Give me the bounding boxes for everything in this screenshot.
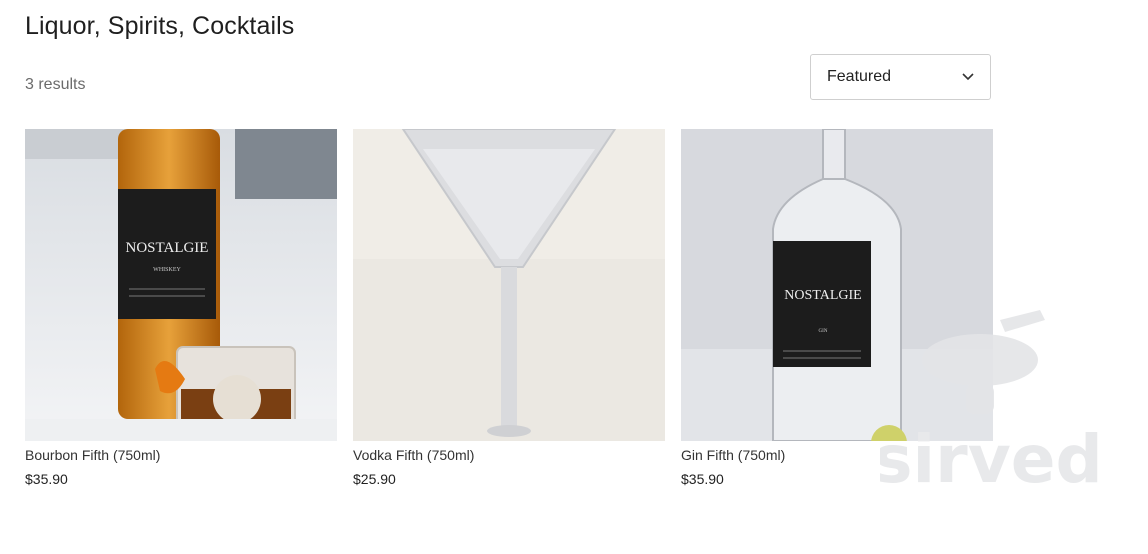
product-grid: NOSTALGIE WHISKEY Bourbon Fifth (750ml) … bbox=[25, 129, 993, 487]
product-price: $25.90 bbox=[353, 471, 396, 487]
bourbon-label-type: WHISKEY bbox=[153, 267, 181, 273]
sirved-watermark: sirved bbox=[873, 300, 1103, 500]
gin-label-type: GIN bbox=[819, 329, 828, 334]
product-name[interactable]: Bourbon Fifth (750ml) bbox=[25, 447, 337, 463]
martini-glass-image[interactable] bbox=[353, 129, 665, 441]
page-title: Liquor, Spirits, Cocktails bbox=[25, 12, 295, 40]
bourbon-bottle-image[interactable]: NOSTALGIE WHISKEY bbox=[25, 129, 337, 441]
chevron-down-icon bbox=[962, 71, 974, 83]
product-price: $35.90 bbox=[25, 471, 68, 487]
product-name[interactable]: Vodka Fifth (750ml) bbox=[353, 447, 665, 463]
sort-dropdown[interactable]: Featured bbox=[810, 54, 991, 100]
bourbon-label-brand: NOSTALGIE bbox=[126, 240, 209, 256]
sort-selected-label: Featured bbox=[827, 68, 892, 85]
gin-label-brand: NOSTALGIE bbox=[784, 288, 861, 303]
watermark-text: sirved bbox=[880, 421, 1100, 498]
product-card[interactable]: Vodka Fifth (750ml) $25.90 bbox=[353, 129, 665, 487]
results-count: 3 results bbox=[25, 76, 86, 93]
product-card[interactable]: NOSTALGIE WHISKEY Bourbon Fifth (750ml) … bbox=[25, 129, 337, 487]
